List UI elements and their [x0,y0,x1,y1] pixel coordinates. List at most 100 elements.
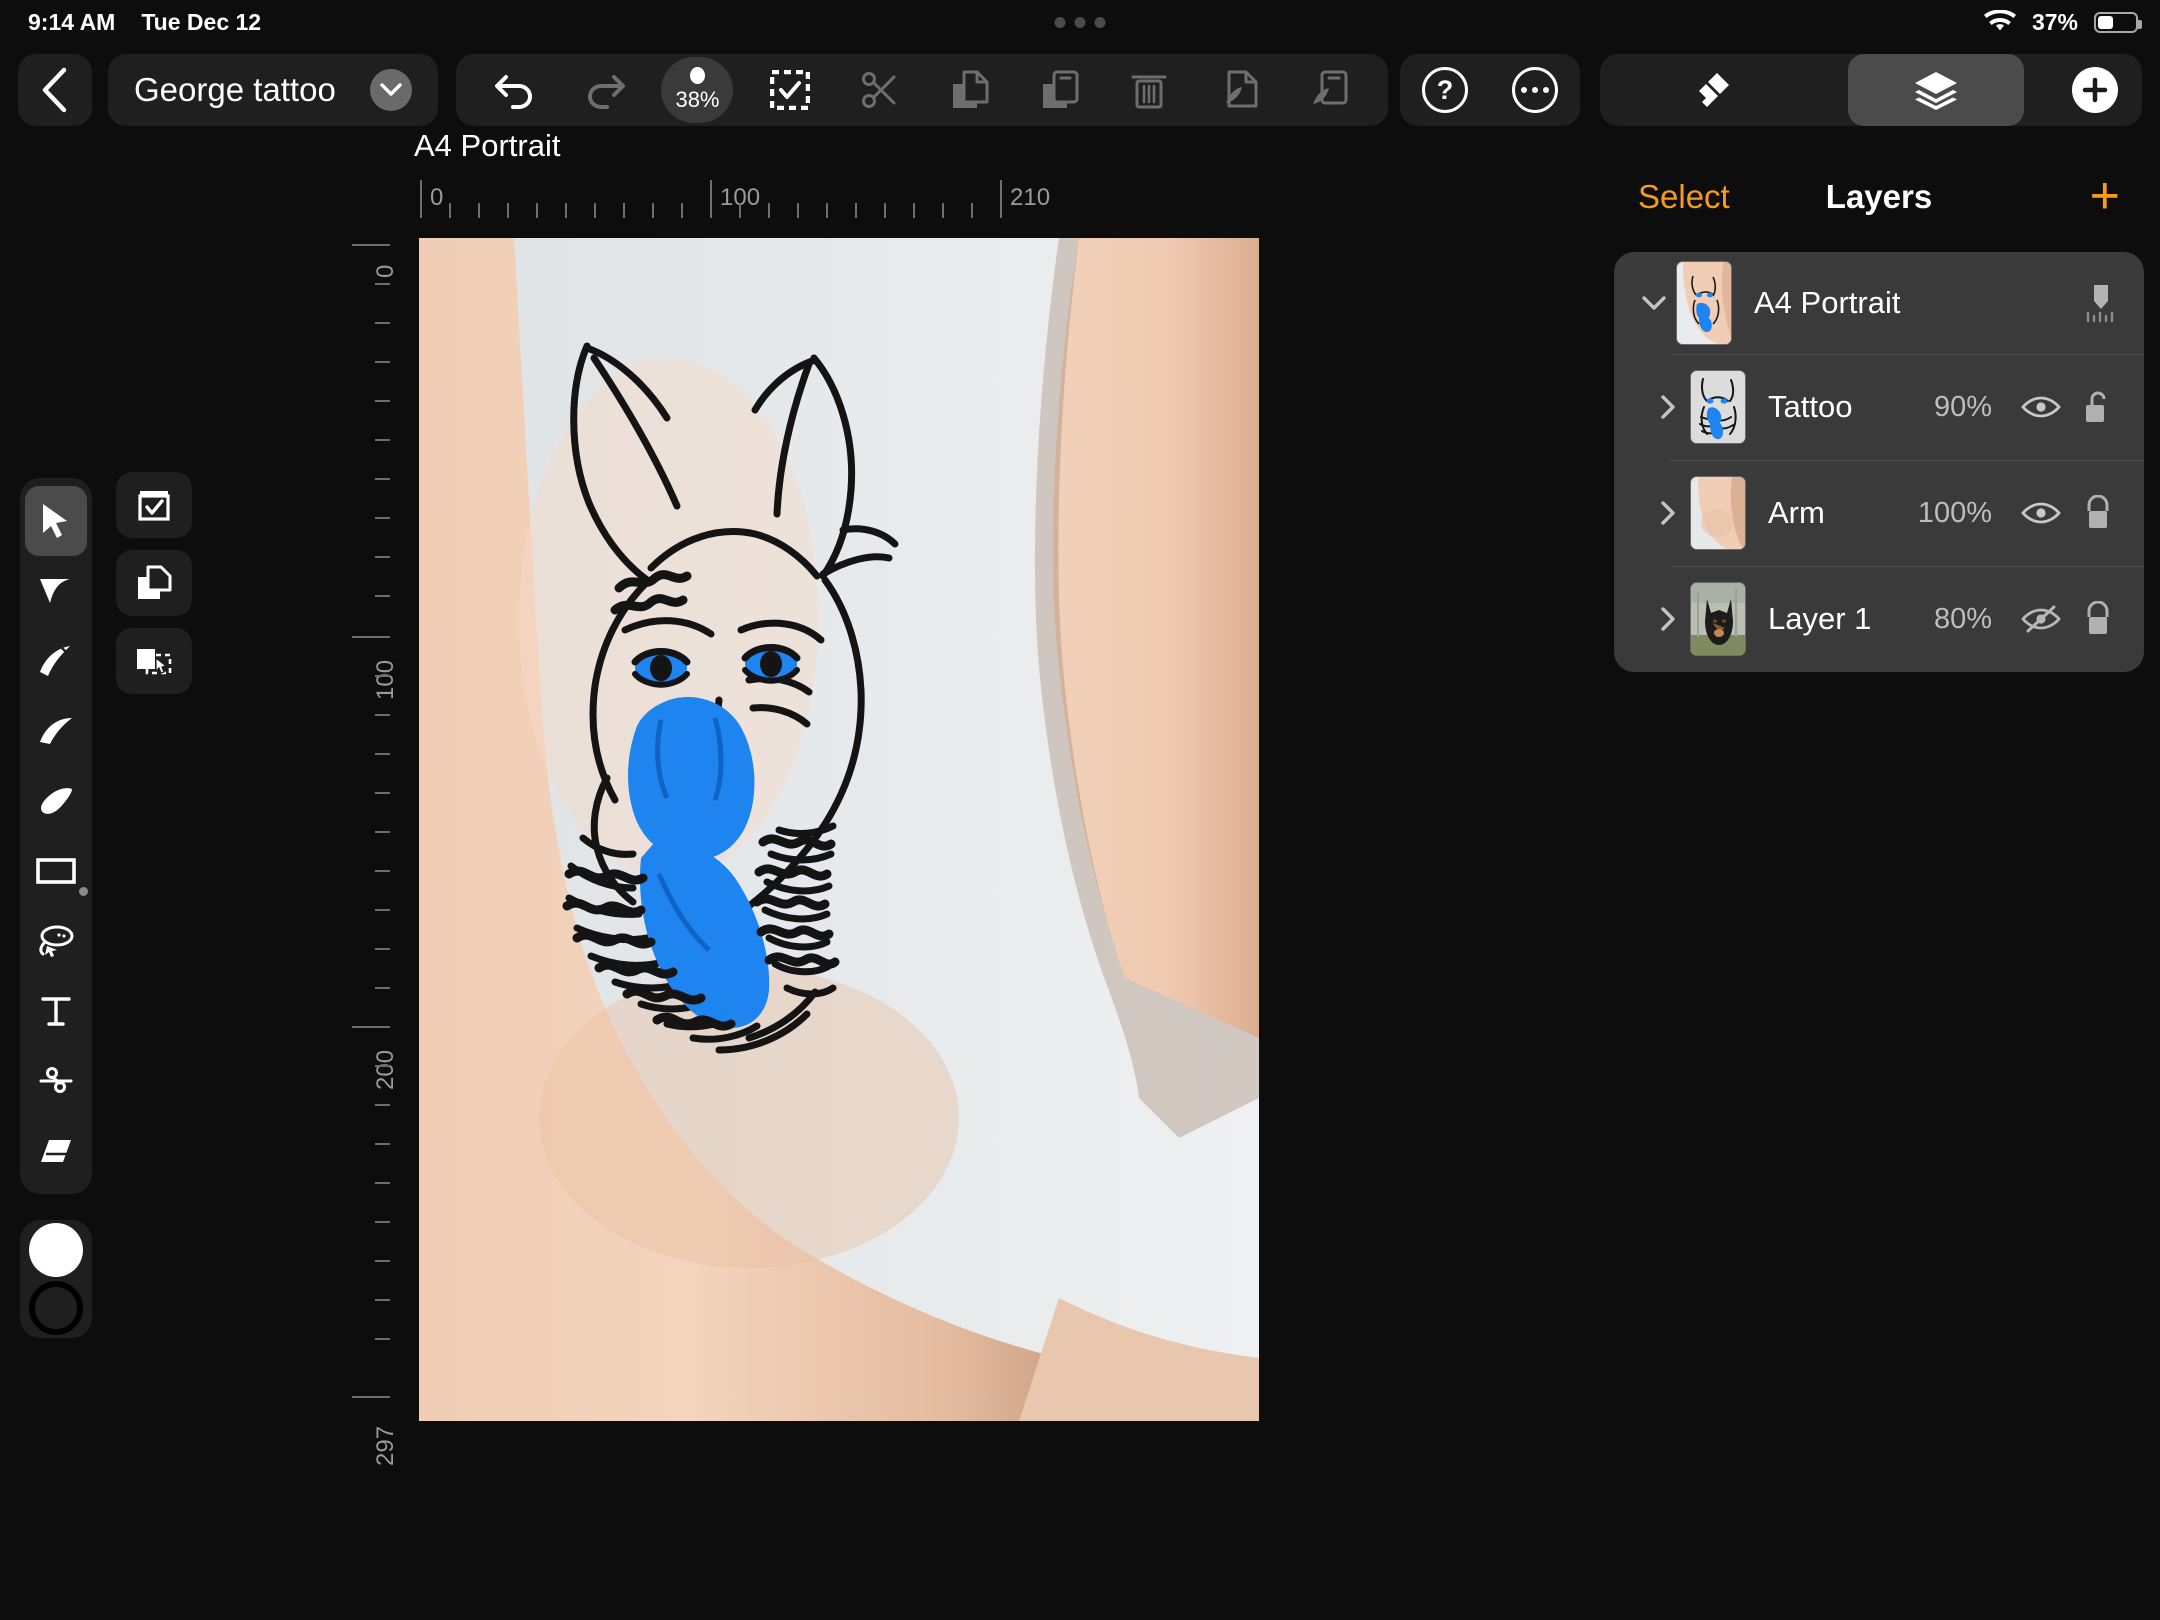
snapping-button[interactable] [116,472,192,538]
paste-icon [1040,69,1080,111]
ruler-v-label: 200 [372,1049,399,1090]
ruler-h-label: 210 [1010,184,1051,211]
layer-row-tattoo[interactable]: Tattoo 90% [1614,354,2144,460]
ruler-v-label: 100 [372,659,399,700]
layer-opacity[interactable]: 90% [1934,391,1992,424]
vertical-ruler[interactable]: 0 100 200 297 [348,218,399,1466]
island-dot [1094,16,1106,28]
tool-pencil[interactable] [25,696,87,766]
tool-lasso[interactable] [25,906,87,976]
eye-icon[interactable] [2018,500,2064,526]
artboard-thumbnail [1676,261,1732,345]
stroke-color-swatch[interactable] [29,1281,83,1335]
chevron-down-icon[interactable] [370,69,412,111]
more-options-button[interactable] [1512,67,1558,113]
chevron-right-icon[interactable] [1646,606,1690,632]
artboard-canvas[interactable] [419,238,1259,1421]
back-button[interactable] [18,54,92,126]
eye-slash-icon[interactable] [2018,604,2064,634]
tab-layers[interactable] [1848,54,2024,126]
help-button[interactable]: ? [1422,67,1468,113]
eye-icon[interactable] [2018,394,2064,420]
lock-icon[interactable] [2078,601,2118,637]
lasso-select-icon [37,924,75,958]
tool-text[interactable] [25,976,87,1046]
layer-row-artboard[interactable]: A4 Portrait [1614,252,2144,354]
document-title-button[interactable]: George tattoo [108,54,438,126]
tool-move[interactable] [25,486,87,556]
nose-shape [628,697,755,861]
paste-style-icon [1309,69,1349,111]
paste-button[interactable] [1027,60,1093,120]
arm-thumbnail [1690,476,1746,550]
layer-opacity[interactable]: 80% [1934,603,1992,636]
copy-button[interactable] [937,60,1003,120]
tool-pen[interactable] [25,626,87,696]
layer-name: A4 Portrait [1754,285,1901,320]
add-layer-plus-icon[interactable]: + [2090,170,2120,222]
chevron-left-icon [40,67,70,113]
duplicate-button[interactable] [116,550,192,616]
panel-tab-group [1600,54,2142,126]
clipboard-check-icon [135,487,173,523]
tool-group-indicator-dot [79,887,88,896]
trash-icon [1129,69,1169,111]
document-title: George tattoo [134,71,336,108]
chevron-down-icon[interactable] [1632,295,1676,311]
tool-knife[interactable] [25,1046,87,1116]
wifi-icon [1983,10,2016,34]
horizontal-ruler[interactable]: 0 100 210 [352,176,1272,218]
panel-title: Layers [1825,178,1933,215]
ellipsis-icon [1521,87,1549,93]
zoom-level-button[interactable]: 38% [661,57,734,123]
undo-button[interactable] [482,60,548,120]
copy-pages-icon [135,564,173,602]
question-mark-icon: ? [1436,74,1454,105]
rectangle-icon [36,858,76,884]
tool-node[interactable] [25,556,87,626]
fill-color-swatch[interactable] [29,1223,83,1277]
edit-tool-group: 38% [456,54,1388,126]
status-bar: 9:14 AM Tue Dec 12 37% [0,0,2160,44]
pencil-tip-icon [38,716,74,746]
select-all-button[interactable] [757,60,823,120]
paste-style-button[interactable] [1296,60,1362,120]
cursor-arrow-icon [39,502,73,540]
zoom-handle-dot [689,67,705,84]
tab-styles[interactable] [1624,54,1800,126]
chevron-right-icon[interactable] [1646,394,1690,420]
clock: 9:14 AM [28,8,116,35]
select-button[interactable]: Select [1638,178,1730,216]
delete-button[interactable] [1116,60,1182,120]
tool-shape[interactable] [25,836,88,906]
layer-opacity[interactable]: 100% [1918,497,1992,530]
chevron-right-icon[interactable] [1646,500,1690,526]
artboard-ruler-icon[interactable] [2084,283,2118,323]
lock-icon[interactable] [2078,495,2118,531]
tool-palette [20,478,92,1194]
island-dot [1074,16,1086,28]
tool-eraser[interactable] [25,1116,87,1186]
add-layer-button[interactable] [2072,67,2118,113]
unlock-icon[interactable] [2078,389,2118,425]
layer-name: Arm [1768,495,1825,530]
tool-brush[interactable] [25,766,87,836]
eraser-icon [37,1137,75,1165]
status-bar-left: 9:14 AM Tue Dec 12 [28,9,261,36]
ruler-v-label: 297 [372,1425,399,1466]
redo-button[interactable] [572,60,638,120]
copy-pages-icon [950,69,990,111]
cut-button[interactable] [847,60,913,120]
node-arrow-icon [38,575,74,607]
ruler-v-label: 0 [372,264,399,278]
paint-brush-icon [38,786,74,816]
dog-photo-thumbnail [1690,582,1746,656]
right-eye [741,644,801,684]
undo-arrow-icon [494,71,536,109]
transform-button[interactable] [116,628,192,694]
copy-style-icon [1219,69,1259,111]
layer-row-arm[interactable]: Arm 100% [1614,460,2144,566]
layer-row-layer-1[interactable]: Layer 1 80% [1614,566,2144,672]
date: Tue Dec 12 [141,8,262,35]
copy-style-button[interactable] [1206,60,1272,120]
